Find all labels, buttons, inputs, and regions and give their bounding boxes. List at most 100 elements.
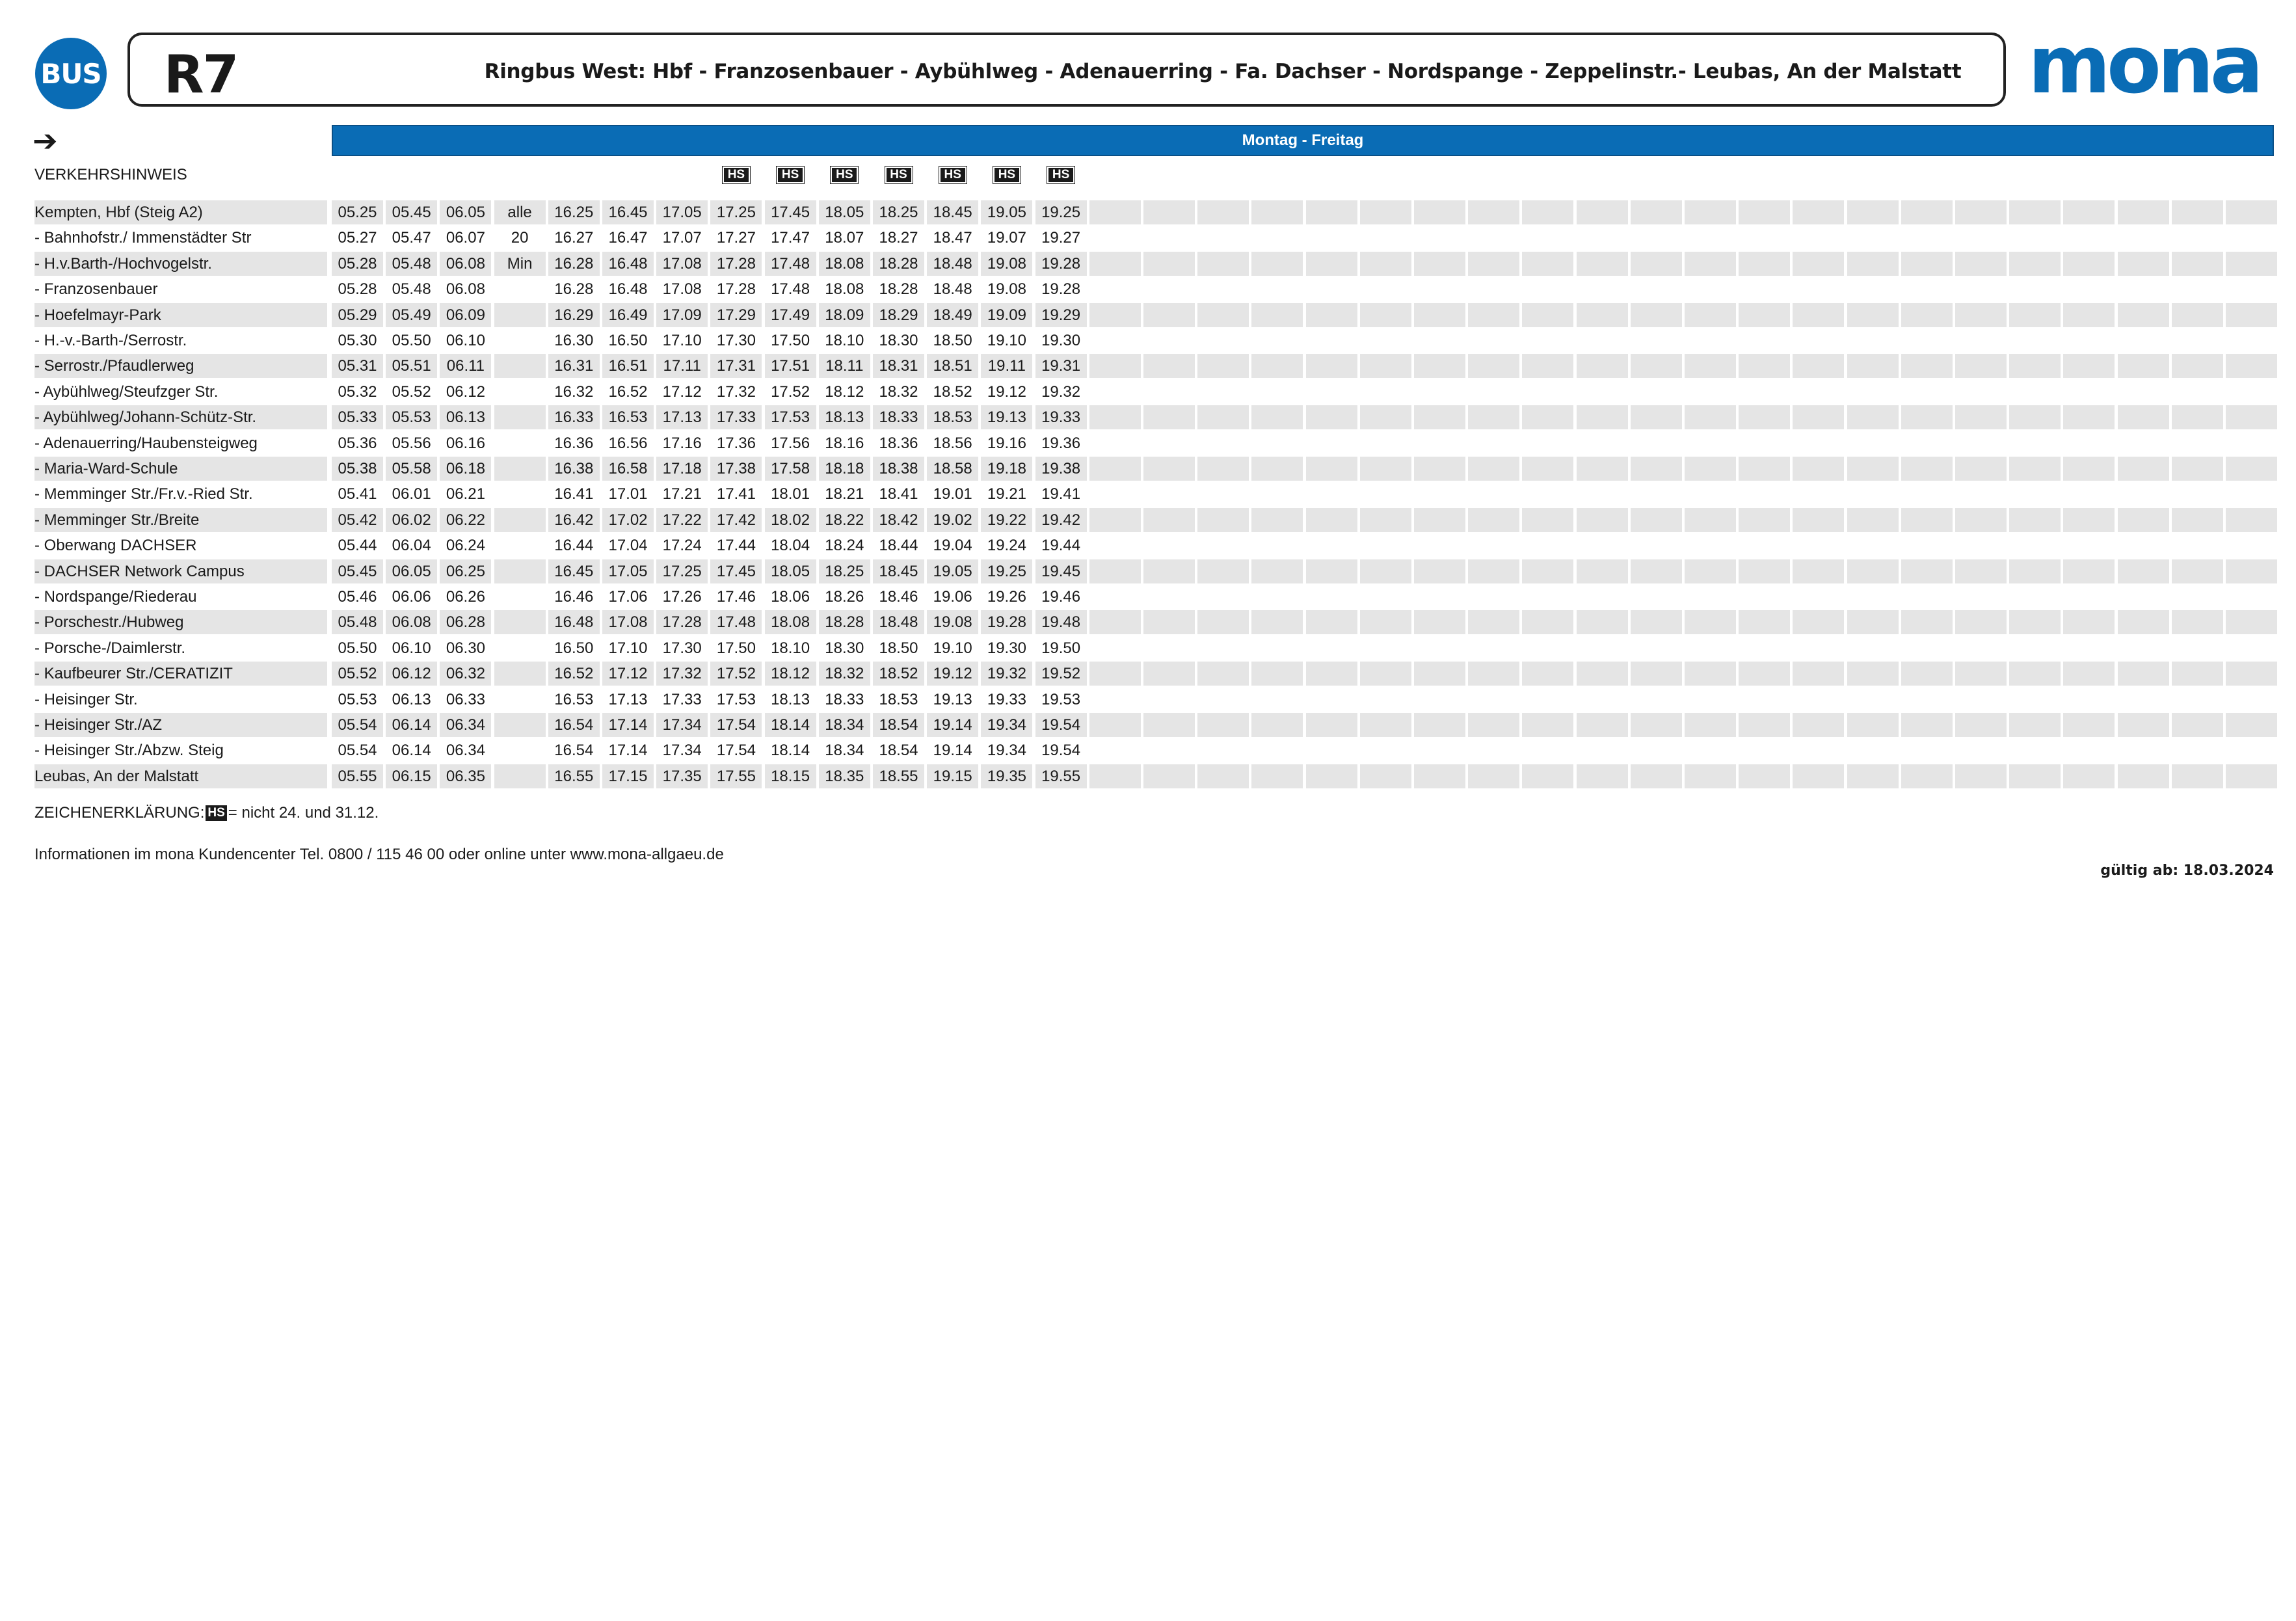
empty-cell — [1143, 662, 1195, 686]
empty-cell — [2118, 688, 2169, 712]
departure-time: 18.31 — [873, 354, 924, 379]
departure-time: 05.50 — [392, 332, 431, 349]
empty-cell — [1901, 328, 1953, 353]
empty-cell — [2171, 764, 2223, 788]
empty-cell — [1414, 764, 1465, 788]
empty-cell — [1901, 533, 1953, 557]
empty-cell — [1576, 200, 1628, 224]
departure-time: 05.48 — [386, 251, 438, 276]
departure-time: 18.34 — [818, 713, 870, 737]
empty-cell — [1197, 302, 1249, 327]
empty-cell — [1414, 457, 1465, 481]
departure-time: 19.29 — [1035, 302, 1087, 327]
departure-time: 19.13 — [933, 690, 972, 708]
legend-text: = nicht 24. und 31.12. — [228, 804, 379, 822]
departure-time: 16.48 — [548, 610, 600, 635]
empty-cell — [1089, 328, 1141, 353]
empty-cell — [2063, 610, 2115, 635]
stop-name: - Heisinger Str./AZ — [34, 713, 327, 737]
departure-time: 17.32 — [656, 662, 708, 686]
empty-cell — [1793, 533, 1844, 557]
empty-cell — [1197, 482, 1249, 506]
empty-cell — [1522, 585, 1573, 609]
empty-cell — [1901, 764, 1953, 788]
empty-cell — [1468, 713, 1520, 737]
empty-cell — [1089, 738, 1141, 762]
departure-time: 06.09 — [440, 302, 492, 327]
empty-cell — [1197, 226, 1249, 250]
departure-time: 16.58 — [602, 457, 654, 481]
departure-time: 18.48 — [927, 251, 979, 276]
departure-time: 19.12 — [927, 662, 979, 686]
departure-time: 18.08 — [825, 280, 864, 299]
empty-cell — [1089, 533, 1141, 557]
empty-cell — [2226, 533, 2277, 557]
departure-time: 18.11 — [818, 354, 870, 379]
departure-time: 16.50 — [608, 332, 648, 349]
departure-time: 06.12 — [386, 662, 438, 686]
empty-cell — [1901, 482, 1953, 506]
empty-cell — [2172, 585, 2223, 609]
departure-time — [494, 713, 546, 737]
empty-cell — [2063, 585, 2115, 609]
empty-cell — [1522, 431, 1573, 455]
empty-cell — [1685, 559, 1736, 583]
empty-cell — [1739, 251, 1791, 276]
empty-cell — [1847, 738, 1899, 762]
empty-cell — [1089, 302, 1141, 327]
empty-cell — [1306, 636, 1357, 660]
departure-time: 17.33 — [662, 690, 702, 708]
departure-time: 17.45 — [764, 200, 816, 224]
table-row: - Oberwang DACHSER 05.44 06.04 06.24 16.44 17… — [34, 533, 2280, 557]
departure-time: 16.50 — [554, 639, 594, 657]
empty-cell — [1468, 405, 1520, 430]
departure-time: 19.15 — [927, 764, 979, 788]
empty-cell — [1631, 688, 1682, 712]
empty-cell — [2171, 662, 2223, 686]
empty-cell — [1793, 610, 1845, 635]
departure-time: 19.34 — [987, 742, 1026, 760]
stop-name: - Memminger Str./Fr.v.-Ried Str. — [34, 485, 253, 503]
departure-time: 05.52 — [332, 662, 383, 686]
departure-time: 17.44 — [716, 537, 756, 555]
empty-cell — [1143, 431, 1195, 455]
empty-cell — [2171, 713, 2223, 737]
departure-time: 18.02 — [764, 507, 816, 532]
empty-cell — [2009, 610, 2061, 635]
empty-cell — [1576, 662, 1628, 686]
departure-time: 06.12 — [446, 382, 485, 401]
empty-cell — [2009, 559, 2061, 583]
departure-time: 05.48 — [392, 280, 431, 299]
departure-time: 06.04 — [392, 537, 431, 555]
departure-time: 16.32 — [554, 382, 594, 401]
empty-cell — [1468, 636, 1519, 660]
empty-cell — [1685, 636, 1736, 660]
departure-time — [494, 533, 546, 557]
departure-time: 19.55 — [1035, 764, 1087, 788]
departure-time: 06.10 — [392, 639, 431, 657]
empty-cell — [1631, 533, 1682, 557]
departure-time: 06.34 — [446, 742, 485, 760]
departure-time: 17.53 — [764, 405, 816, 430]
departure-time: 19.45 — [1035, 559, 1087, 583]
empty-cell — [1955, 764, 2007, 788]
departure-time: 17.58 — [764, 457, 816, 481]
empty-cell — [2009, 457, 2061, 481]
departure-time: 17.48 — [771, 280, 810, 299]
empty-cell — [1847, 688, 1899, 712]
empty-cell — [1685, 738, 1736, 762]
departure-time: 19.54 — [1035, 713, 1087, 737]
departure-time: 17.10 — [608, 639, 648, 657]
departure-time: 05.52 — [392, 382, 431, 401]
empty-cell — [1522, 559, 1574, 583]
stop-name: - Hoefelmayr-Park — [34, 302, 327, 327]
departure-time: 06.08 — [440, 251, 492, 276]
departure-time: 05.46 — [338, 588, 377, 606]
empty-cell — [1577, 585, 1628, 609]
departure-time: 16.28 — [548, 251, 600, 276]
departure-time: 18.52 — [933, 382, 972, 401]
departure-time: 16.45 — [548, 559, 600, 583]
empty-cell — [1306, 585, 1357, 609]
empty-cell — [1793, 200, 1845, 224]
empty-cell — [1630, 713, 1682, 737]
